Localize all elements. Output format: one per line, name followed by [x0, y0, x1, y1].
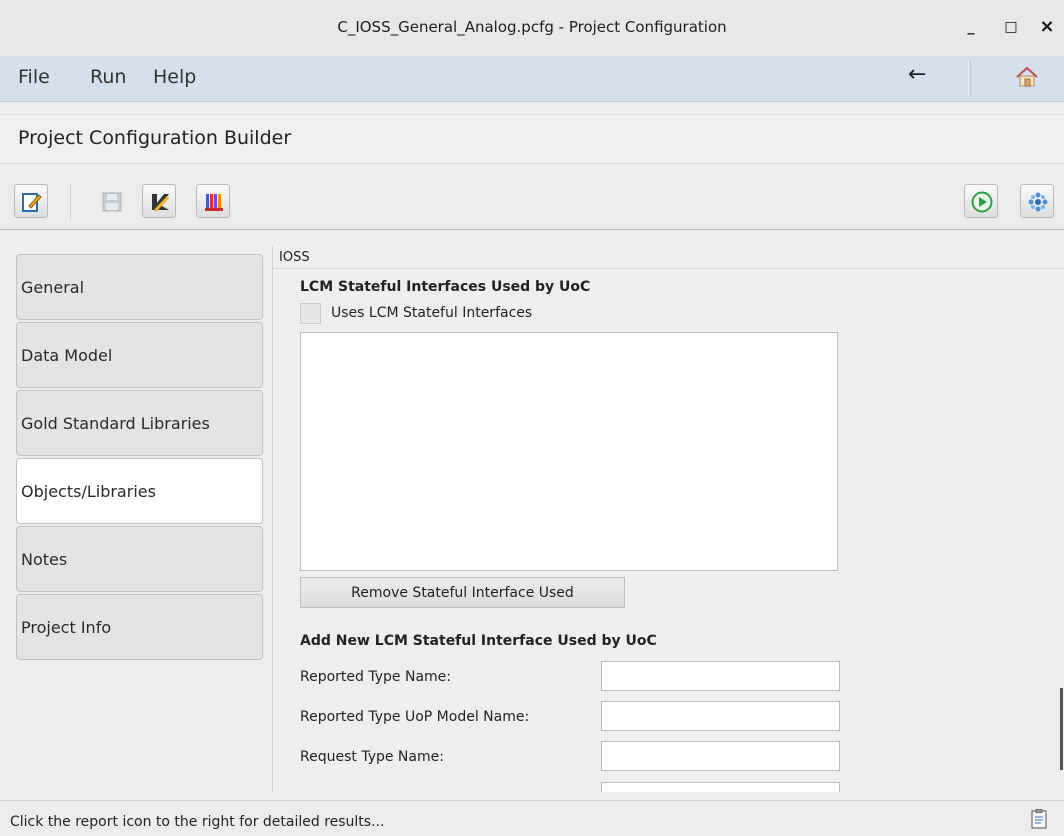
panel-label: IOSS	[279, 250, 310, 265]
menu-bar: File Run Help ←	[0, 56, 1064, 102]
reported-type-uop-model-name-label: Reported Type UoP Model Name:	[300, 709, 530, 725]
status-text: Click the report icon to the right for d…	[10, 814, 385, 830]
toolbar-separator	[70, 184, 71, 220]
sidebar-item-objects-libraries[interactable]: Objects/Libraries	[16, 458, 263, 524]
scrollbar[interactable]	[1060, 688, 1063, 770]
uses-lcm-stateful-checkbox[interactable]	[300, 303, 321, 324]
sidebar-item-data-model[interactable]: Data Model	[16, 322, 263, 388]
sidebar-item-gold-standard-libraries[interactable]: Gold Standard Libraries	[16, 390, 263, 456]
menu-file[interactable]: File	[18, 66, 50, 88]
request-type-name-label: Request Type Name:	[300, 749, 444, 765]
title-bar: C_IOSS_General_Analog.pcfg - Project Con…	[0, 0, 1064, 56]
reported-type-uop-model-name-input[interactable]	[601, 701, 840, 731]
stateful-interfaces-list[interactable]	[300, 332, 838, 571]
report-icon[interactable]	[1031, 809, 1047, 829]
add-stateful-interface-heading: Add New LCM Stateful Interface Used by U…	[300, 633, 657, 649]
status-bar: Click the report icon to the right for d…	[0, 800, 1064, 836]
sidebar-item-project-info[interactable]: Project Info	[16, 594, 263, 660]
sidebar-item-notes[interactable]: Notes	[16, 526, 263, 592]
back-arrow-icon[interactable]: ←	[908, 62, 926, 87]
sidebar-item-general[interactable]: General	[16, 254, 263, 320]
reported-type-name-label: Reported Type Name:	[300, 669, 451, 685]
stateful-interfaces-heading: LCM Stateful Interfaces Used by UoC	[300, 279, 591, 295]
page-header: Project Configuration Builder	[0, 114, 1064, 164]
menu-help[interactable]: Help	[153, 66, 196, 88]
reported-type-name-input[interactable]	[601, 661, 840, 691]
minimize-button[interactable]: _	[960, 16, 982, 38]
edit-icon[interactable]	[14, 184, 48, 218]
run-icon[interactable]	[964, 184, 998, 218]
page-title: Project Configuration Builder	[18, 127, 292, 149]
settings-icon[interactable]	[1020, 184, 1054, 218]
menu-run[interactable]: Run	[90, 66, 126, 88]
save-icon[interactable]	[94, 184, 128, 218]
report-edit-icon[interactable]	[142, 184, 176, 218]
ioss-panel: IOSS LCM Stateful Interfaces Used by UoC…	[272, 246, 1064, 792]
request-type-name-input[interactable]	[601, 741, 840, 771]
menu-separator	[968, 60, 971, 96]
uses-lcm-stateful-label: Uses LCM Stateful Interfaces	[331, 305, 533, 321]
home-icon[interactable]	[1014, 64, 1040, 90]
remove-stateful-interface-button[interactable]: Remove Stateful Interface Used	[300, 577, 625, 608]
close-button[interactable]: ×	[1036, 16, 1058, 38]
next-field-input[interactable]	[601, 782, 840, 792]
books-icon[interactable]	[196, 184, 230, 218]
window-title: C_IOSS_General_Analog.pcfg - Project Con…	[337, 18, 727, 36]
toolbar	[0, 176, 1064, 230]
maximize-button[interactable]: □	[1000, 16, 1022, 38]
panel-divider	[273, 268, 1064, 269]
